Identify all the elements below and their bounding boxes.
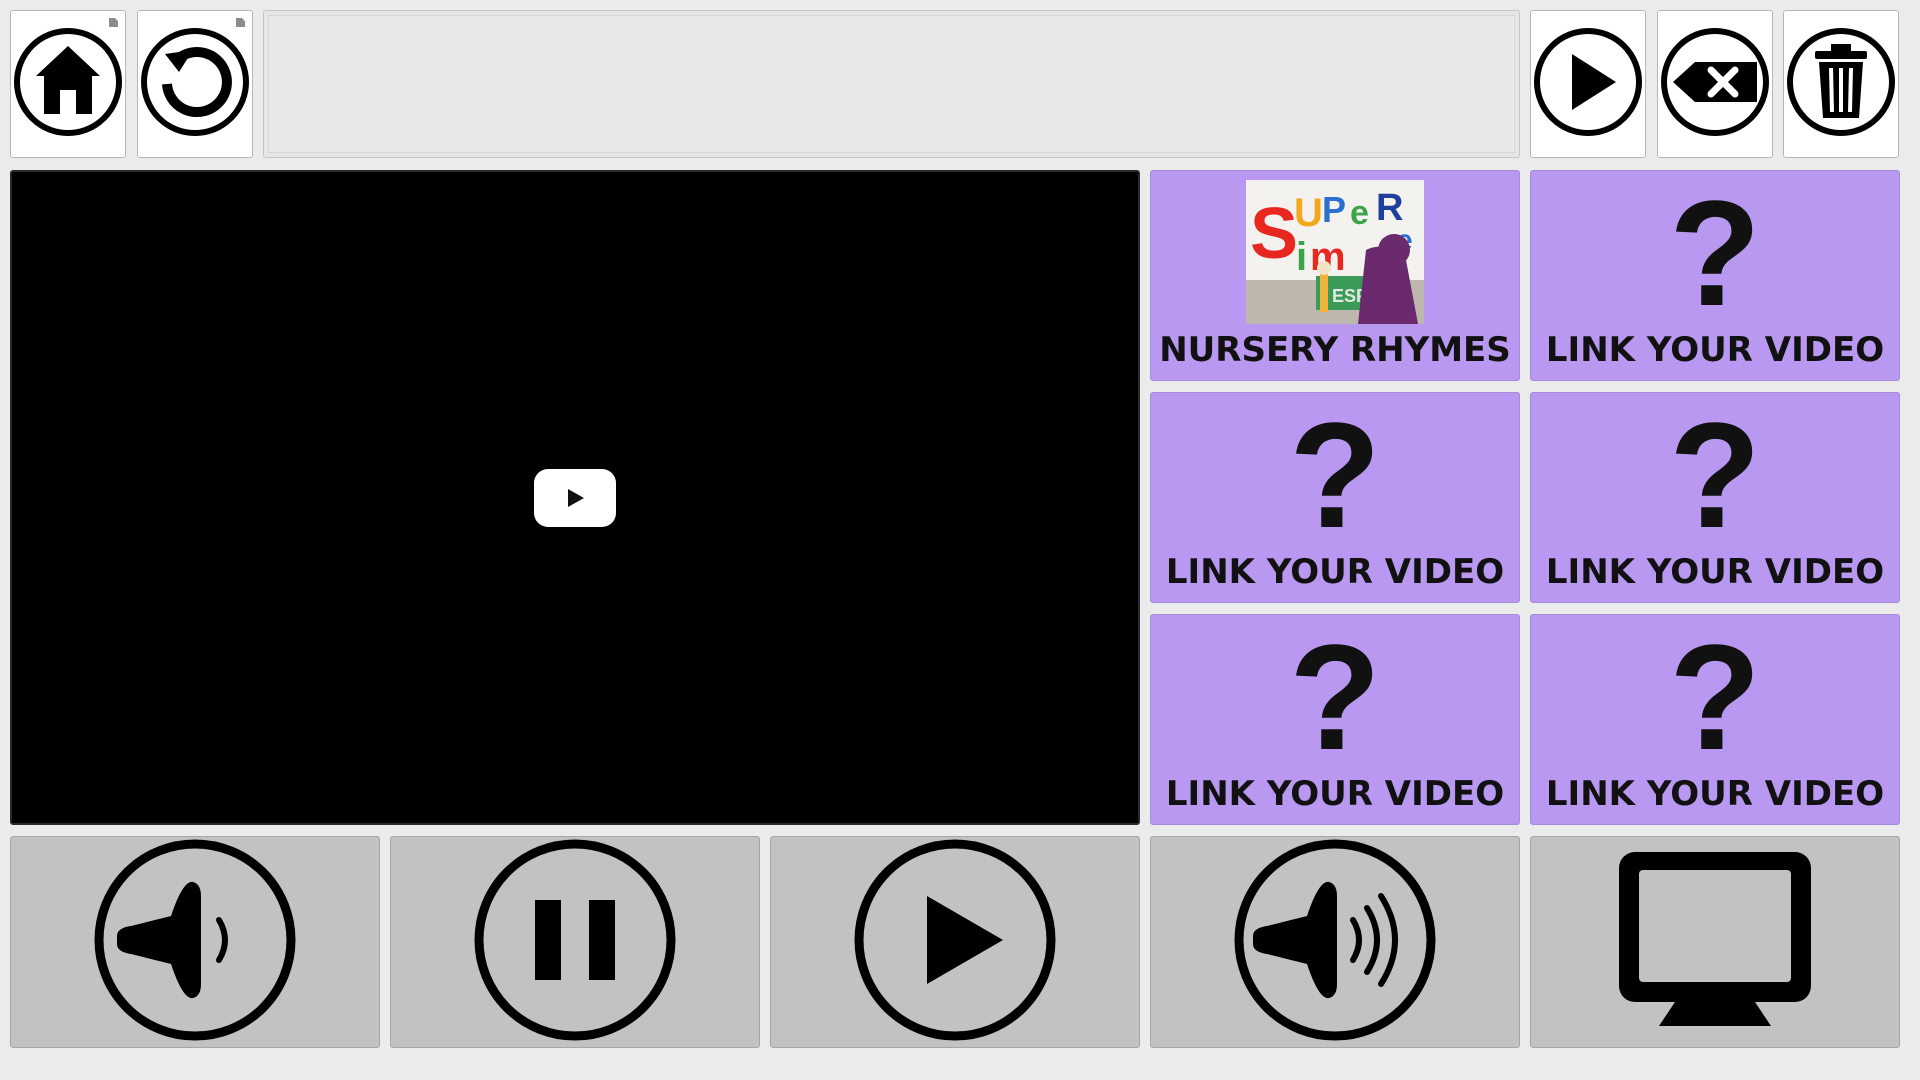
video-tile-link-5[interactable]: ? LINK YOUR VIDEO	[1530, 614, 1900, 825]
video-tile-label: LINK YOUR VIDEO	[1545, 552, 1885, 592]
undo-icon	[139, 26, 251, 143]
video-player[interactable]	[10, 170, 1140, 825]
question-mark-icon: ?	[1289, 612, 1381, 781]
backspace-icon	[1659, 26, 1771, 143]
edit-marker-icon	[236, 18, 245, 27]
home-button[interactable]	[10, 10, 126, 158]
pause-icon	[471, 836, 679, 1049]
backspace-button[interactable]	[1657, 10, 1773, 158]
svg-text:S: S	[1250, 194, 1298, 274]
edit-marker-icon	[109, 18, 118, 27]
video-tile-nursery-rhymes[interactable]: ESPA S U P e R i m e NURSERY RHYMES	[1150, 170, 1520, 381]
svg-text:R: R	[1376, 187, 1403, 229]
svg-text:P: P	[1322, 189, 1346, 230]
speak-button[interactable]	[1530, 10, 1646, 158]
play-icon	[1532, 26, 1644, 143]
video-tile-label: LINK YOUR VIDEO	[1545, 774, 1885, 814]
volume-down-icon	[91, 836, 299, 1049]
video-tile-link-4[interactable]: ? LINK YOUR VIDEO	[1150, 614, 1520, 825]
volume-down-button[interactable]	[10, 836, 380, 1048]
volume-up-icon	[1231, 836, 1439, 1049]
trash-icon	[1785, 26, 1897, 143]
nursery-rhymes-thumbnail: ESPA S U P e R i m e	[1246, 179, 1424, 324]
question-mark-icon: ?	[1669, 612, 1761, 781]
video-tile-link-3[interactable]: ? LINK YOUR VIDEO	[1530, 392, 1900, 603]
play-icon	[851, 836, 1059, 1049]
svg-text:U: U	[1294, 191, 1323, 235]
video-tile-link-1[interactable]: ? LINK YOUR VIDEO	[1530, 170, 1900, 381]
svg-text:e: e	[1350, 194, 1369, 232]
fullscreen-monitor-icon	[1611, 836, 1819, 1049]
svg-text:i: i	[1296, 235, 1307, 279]
undo-button[interactable]	[137, 10, 253, 158]
video-tile-label: LINK YOUR VIDEO	[1165, 774, 1505, 814]
message-text	[268, 15, 1515, 153]
pause-button[interactable]	[390, 836, 760, 1048]
fullscreen-button[interactable]	[1530, 836, 1900, 1048]
question-mark-icon: ?	[1669, 168, 1761, 337]
play-button[interactable]	[770, 836, 1140, 1048]
home-icon	[12, 26, 124, 143]
clear-button[interactable]	[1783, 10, 1899, 158]
video-tile-label: LINK YOUR VIDEO	[1545, 330, 1885, 370]
volume-up-button[interactable]	[1150, 836, 1520, 1048]
video-tile-link-2[interactable]: ? LINK YOUR VIDEO	[1150, 392, 1520, 603]
video-tile-label: LINK YOUR VIDEO	[1165, 552, 1505, 592]
youtube-play-icon[interactable]	[534, 468, 616, 527]
question-mark-icon: ?	[1289, 390, 1381, 559]
video-tile-label: NURSERY RHYMES	[1159, 330, 1511, 370]
message-bar[interactable]	[263, 10, 1520, 158]
question-mark-icon: ?	[1669, 390, 1761, 559]
